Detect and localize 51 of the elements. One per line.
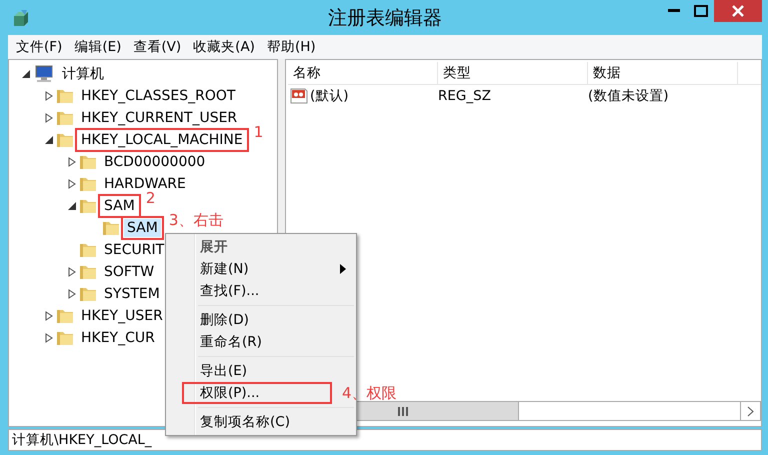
column-header[interactable]: 名称 bbox=[288, 62, 438, 84]
folder-icon bbox=[79, 176, 97, 192]
close-icon bbox=[732, 5, 744, 17]
chevron-right-icon bbox=[747, 406, 754, 416]
minimize-icon bbox=[668, 9, 680, 13]
annotation-text: 1 bbox=[254, 123, 264, 141]
folder-icon bbox=[79, 264, 97, 280]
folder-icon bbox=[102, 220, 120, 236]
menu-item[interactable]: 查看(V) bbox=[127, 38, 188, 56]
tree-item[interactable]: HKEY_CURRENT_USER bbox=[78, 109, 240, 127]
string-value-icon bbox=[290, 88, 308, 104]
tree-item[interactable]: SECURIT bbox=[101, 241, 168, 259]
folder-icon bbox=[79, 154, 97, 170]
maximize-icon bbox=[694, 5, 708, 17]
tree-item[interactable]: SYSTEM bbox=[101, 285, 163, 303]
annotation-text: 4、权限 bbox=[342, 384, 397, 403]
folder-icon bbox=[56, 132, 74, 148]
folder-icon bbox=[79, 286, 97, 302]
computer-icon bbox=[33, 65, 55, 83]
folder-icon bbox=[79, 242, 97, 258]
tree-item[interactable]: SOFTW bbox=[101, 263, 158, 281]
column-header[interactable]: 类型 bbox=[438, 62, 588, 84]
tree-item[interactable]: HKEY_CLASSES_ROOT bbox=[78, 87, 238, 105]
value-type: REG_SZ bbox=[438, 88, 491, 104]
menu-item[interactable]: 收藏夹(A) bbox=[187, 38, 261, 56]
context-menu-item[interactable]: 复制项名称(C) bbox=[168, 411, 354, 433]
context-menu-item[interactable]: 重命名(R) bbox=[168, 331, 354, 353]
tree-item[interactable]: HKEY_USER bbox=[78, 307, 166, 325]
value-name: (默认) bbox=[310, 87, 349, 105]
folder-icon bbox=[56, 88, 74, 104]
folder-icon bbox=[79, 198, 97, 214]
status-path: 计算机\HKEY_LOCAL_ bbox=[12, 431, 152, 449]
menu-item[interactable]: 编辑(E) bbox=[68, 38, 128, 56]
context-menu-item[interactable]: 查找(F)... bbox=[168, 280, 354, 302]
folder-icon bbox=[56, 330, 74, 346]
menu-item[interactable]: 帮助(H) bbox=[260, 38, 322, 56]
window-title: 注册表编辑器 bbox=[328, 6, 442, 30]
tree-item[interactable]: BCD00000000 bbox=[101, 153, 208, 171]
value-data: (数值未设置) bbox=[588, 87, 669, 105]
menu-item[interactable]: 文件(F) bbox=[10, 38, 68, 56]
context-menu-item[interactable]: 展开 bbox=[168, 236, 354, 258]
context-menu-item[interactable]: 删除(D) bbox=[168, 309, 354, 331]
folder-icon bbox=[56, 110, 74, 126]
tree-item[interactable]: 计算机 bbox=[59, 64, 107, 84]
context-menu-item[interactable]: 新建(N) bbox=[168, 258, 354, 280]
annotation-text: 3、右击 bbox=[168, 211, 224, 230]
context-menu-item[interactable]: 导出(E) bbox=[168, 360, 354, 382]
folder-icon bbox=[56, 308, 74, 324]
close-button[interactable] bbox=[714, 0, 762, 22]
column-header[interactable]: 数据 bbox=[588, 62, 738, 84]
tree-item[interactable]: HKEY_CUR bbox=[78, 329, 158, 347]
